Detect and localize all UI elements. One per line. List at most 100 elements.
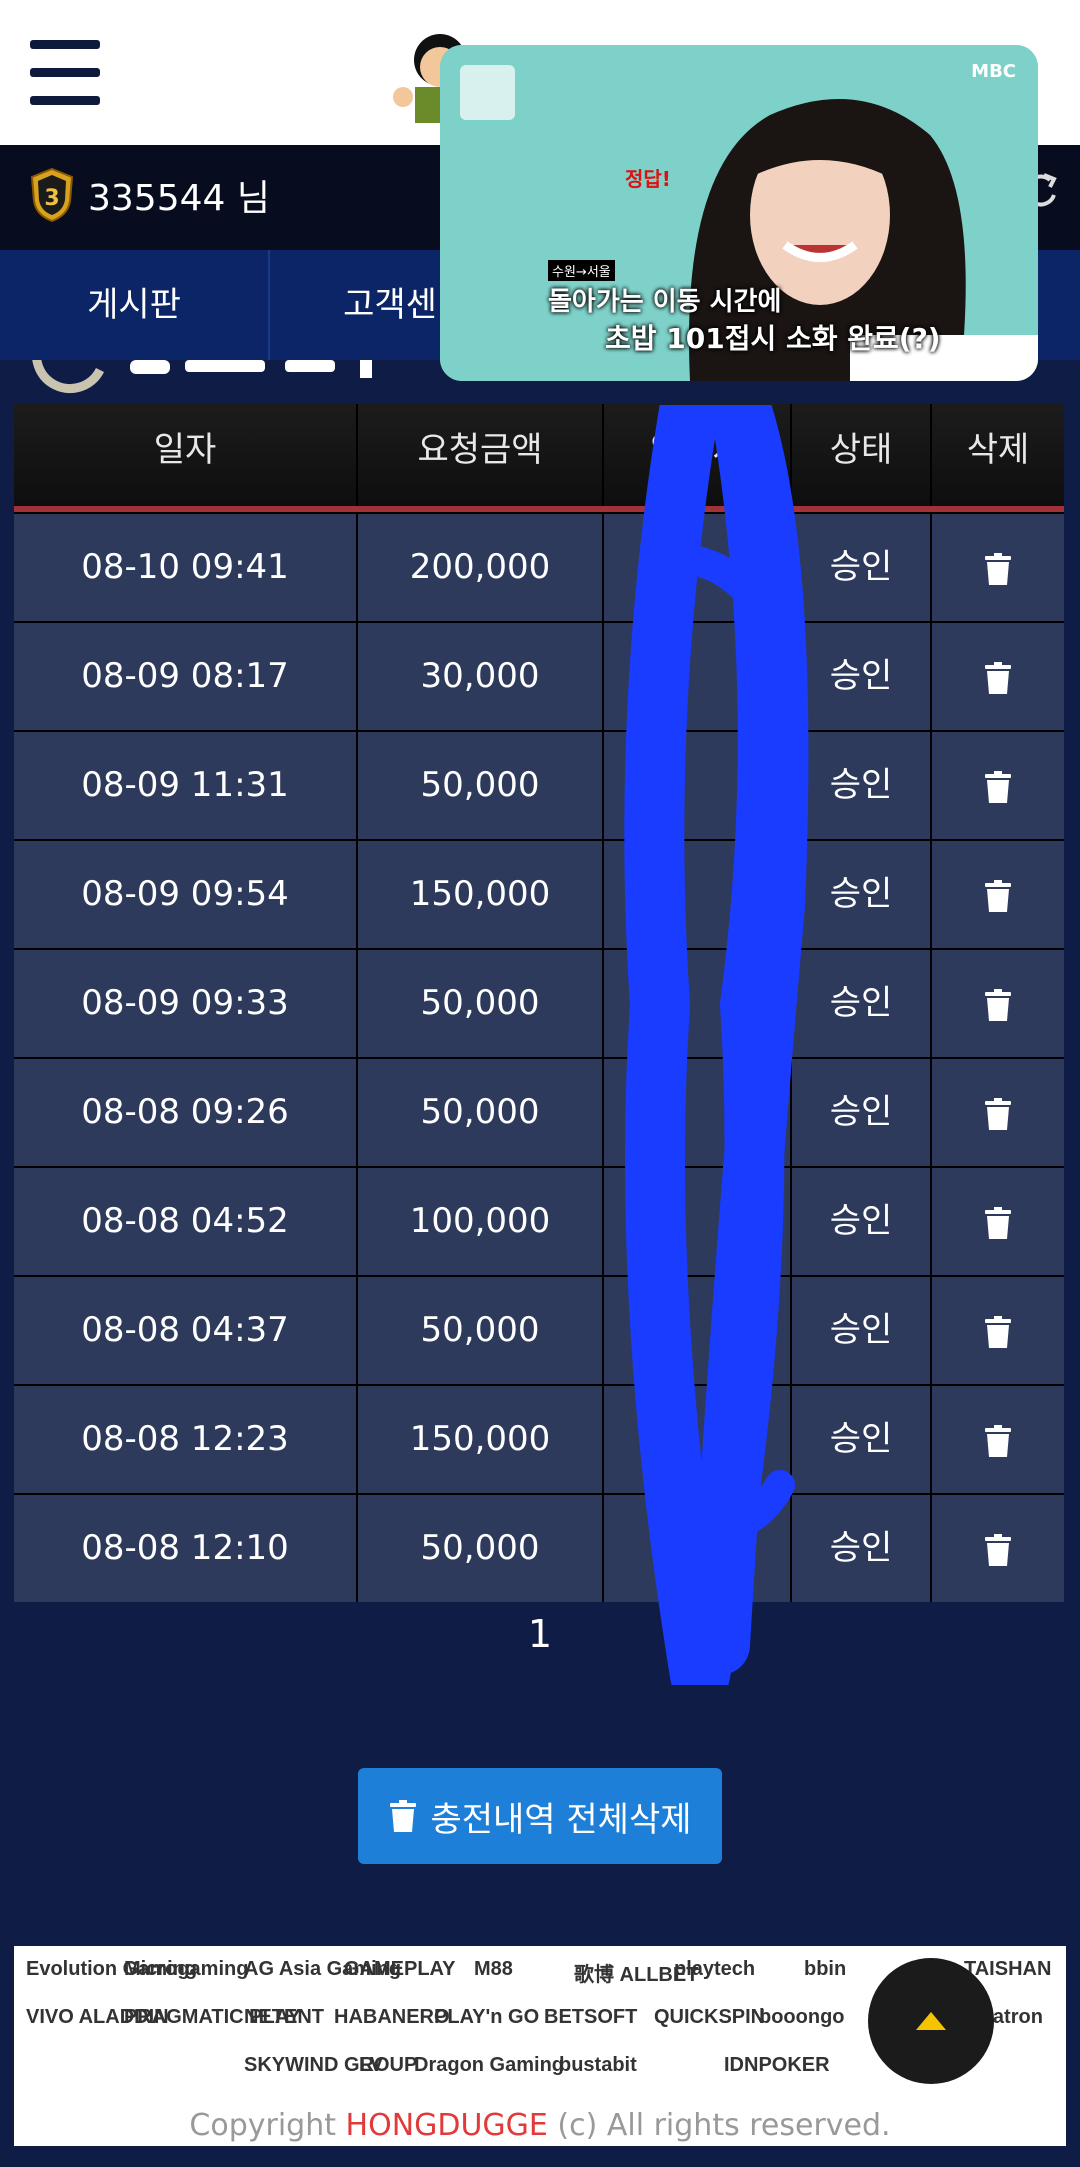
provider-logo: IDNPOKER [724,2054,830,2076]
nav-board[interactable]: 게시판 [0,250,268,360]
cell-amount: 150,000 [358,841,604,948]
table-row: 08-08 12:10 50,000 승인 [14,1493,1064,1602]
provider-logo: QUICKSPIN [654,2006,766,2028]
cell-delete[interactable] [932,950,1064,1057]
provider-logo: M88 [474,1958,513,1980]
table-row: 08-09 08:17 30,000 승인 [14,621,1064,730]
cell-amount: 50,000 [358,950,604,1057]
table-row: 08-09 09:54 150,000 승인 [14,839,1064,948]
user-id-label: 335544 님 [88,178,270,219]
scroll-to-top-button[interactable] [868,1958,994,2084]
trash-icon[interactable] [983,1097,1013,1131]
trash-icon[interactable] [983,988,1013,1022]
channel-logo: MBC [971,61,1016,82]
cell-date: 08-08 12:10 [14,1495,358,1602]
cell-status: 승인 [792,950,932,1057]
trash-icon[interactable] [983,770,1013,804]
provider-logo: Microgaming [124,1958,249,1980]
cell-depositor [604,1277,792,1384]
video-bubble-text: 정답! [625,167,671,191]
cell-amount: 100,000 [358,1168,604,1275]
trash-icon[interactable] [983,552,1013,586]
cell-amount: 50,000 [358,732,604,839]
level-shield-icon: 3 [30,167,74,223]
cell-date: 08-09 09:54 [14,841,358,948]
cell-date: 08-09 09:33 [14,950,358,1057]
provider-logo: SKYWIND GROUP [244,2054,418,2076]
provider-logo: NETENT [244,2006,324,2028]
cell-depositor [604,1386,792,1493]
provider-logo: bbin [804,1958,847,1980]
cell-status: 승인 [792,1168,932,1275]
cell-delete[interactable] [932,623,1064,730]
cell-date: 08-09 08:17 [14,623,358,730]
col-status: 상태 [792,404,932,506]
provider-logo: LV [359,2054,384,2076]
cell-status: 승인 [792,514,932,621]
trash-icon[interactable] [983,1206,1013,1240]
col-depositor: 입금자 [604,404,792,506]
cell-depositor [604,950,792,1057]
cell-delete[interactable] [932,1386,1064,1493]
cell-status: 승인 [792,623,932,730]
cell-depositor [604,1495,792,1602]
video-caption-small: 수원→서울 [548,260,615,281]
cell-depositor [604,1059,792,1166]
cell-date: 08-08 04:37 [14,1277,358,1384]
table-row: 08-10 09:41 200,000 승인 [14,512,1064,621]
provider-logo: playtech [674,1958,756,1980]
provider-logo: Dragon Gaming [414,2054,565,2076]
cell-delete[interactable] [932,1168,1064,1275]
table-body: 08-10 09:41 200,000 승인 08-09 08:17 30,000 승인 0… [14,512,1064,1602]
trash-icon[interactable] [983,1533,1013,1567]
cell-depositor [604,732,792,839]
cell-amount: 50,000 [358,1277,604,1384]
provider-logo: bustabit [559,2054,637,2076]
hamburger-menu-icon[interactable] [30,40,100,106]
copyright-suffix: (c) All rights reserved. [547,2108,891,2143]
cell-status: 승인 [792,1386,932,1493]
provider-logo: HABANERO [334,2006,450,2028]
video-caption-line2: 초밥 101접시 소화 완료(?) [605,322,941,355]
level-number: 3 [44,186,59,211]
cell-status: 승인 [792,1277,932,1384]
cell-status: 승인 [792,1059,932,1166]
col-amount: 요청금액 [358,404,604,506]
cell-depositor [604,1168,792,1275]
cell-delete[interactable] [932,514,1064,621]
trash-icon[interactable] [983,661,1013,695]
table-row: 08-08 09:26 50,000 승인 [14,1057,1064,1166]
copyright-prefix: Copyright [189,2108,346,2143]
cell-date: 08-08 12:23 [14,1386,358,1493]
provider-logo: booongo [759,2006,845,2028]
cell-amount: 50,000 [358,1059,604,1166]
copyright: Copyright HONGDUGGE (c) All rights reser… [14,2108,1066,2143]
cell-delete[interactable] [932,1059,1064,1166]
floating-video-player[interactable]: MBC 정답! 수원→서울 돌아가는 이동 시간에 초밥 101접시 소화 완료… [440,45,1038,381]
cell-depositor [604,841,792,948]
col-delete: 삭제 [966,430,1030,470]
provider-logo: BETSOFT [544,2006,638,2028]
trash-icon[interactable] [983,879,1013,913]
arrow-up-icon [916,2012,946,2030]
table-row: 08-08 12:23 150,000 승인 [14,1384,1064,1493]
cell-depositor [604,623,792,730]
provider-logo: GAMEPLAY [344,1958,456,1980]
table-row: 08-08 04:37 50,000 승인 [14,1275,1064,1384]
cell-delete[interactable] [932,732,1064,839]
cell-status: 승인 [792,732,932,839]
provider-logo: PLAY'n GO [434,2006,540,2028]
pagination-current[interactable]: 1 [0,1612,1080,1656]
cell-amount: 50,000 [358,1495,604,1602]
trash-icon[interactable] [983,1424,1013,1458]
cell-status: 승인 [792,841,932,948]
cell-delete[interactable] [932,841,1064,948]
cell-amount: 150,000 [358,1386,604,1493]
delete-all-button[interactable]: 충전내역 전체삭제 [358,1768,722,1864]
video-caption-line1: 돌아가는 이동 시간에 [548,287,782,317]
cell-delete[interactable] [932,1277,1064,1384]
copyright-brand: HONGDUGGE [345,2108,548,2143]
trash-icon[interactable] [983,1315,1013,1349]
cell-delete[interactable] [932,1495,1064,1602]
cell-date: 08-08 09:26 [14,1059,358,1166]
